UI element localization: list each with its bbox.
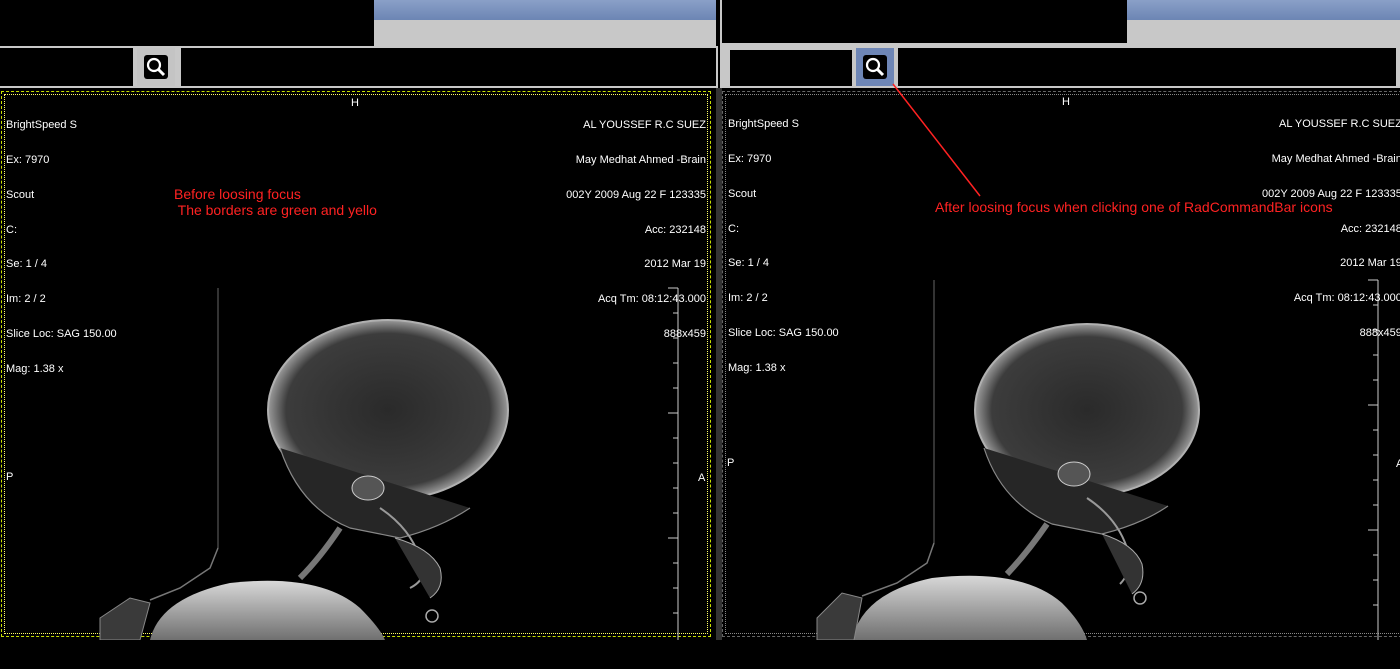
overlay-line: 888x459 (1359, 326, 1400, 339)
overlay-line: Se: 1 / 4 (728, 257, 769, 270)
overlay-line: Acc: 232148 (1340, 222, 1400, 235)
right-toolbar-strip-b (898, 48, 1396, 86)
left-orientation-left: P (6, 471, 14, 483)
right-orientation-right: A (1396, 458, 1400, 470)
overlay-line: BrightSpeed S (6, 119, 77, 132)
overlay-line: BrightSpeed S (728, 118, 799, 131)
left-black-block (0, 0, 374, 46)
overlay-line: Ex: 7970 (728, 152, 772, 165)
overlay-line: 2012 Mar 19 (644, 258, 706, 271)
overlay-line: 002Y 2009 Aug 22 F 123335 (566, 188, 706, 201)
overlay-line: Slice Loc: SAG 150.00 (6, 327, 117, 340)
overlay-line: C: (6, 223, 17, 236)
overlay-line: May Medhat Ahmed -Brain (575, 153, 706, 166)
right-overlay-top-left: BrightSpeed S Ex: 7970 Scout C: Se: 1 / … (728, 96, 839, 397)
overlay-line: C: (728, 222, 739, 235)
overlay-line: Se: 1 / 4 (6, 258, 47, 271)
left-title-bar-grey (374, 20, 716, 46)
overlay-line: 2012 Mar 19 (1340, 257, 1400, 270)
overlay-line: Mag: 1.38 x (728, 361, 786, 374)
left-orientation-top: H (351, 97, 359, 109)
right-viewer[interactable]: BrightSpeed S Ex: 7970 Scout C: Se: 1 / … (722, 88, 1400, 640)
zoom-icon (144, 55, 168, 79)
overlay-line: Acq Tm: 08:12:43.000 (1293, 292, 1400, 305)
right-annotation-note: After loosing focus when clicking one of… (935, 199, 1333, 215)
left-title-bar (374, 0, 716, 20)
left-toolbar-strip (181, 48, 716, 86)
overlay-line: Im: 2 / 2 (6, 293, 46, 306)
right-orientation-top: H (1062, 96, 1070, 108)
zoom-icon (863, 55, 887, 79)
right-zoom-button[interactable] (856, 48, 894, 86)
bottom-strip (0, 640, 1400, 669)
left-viewer[interactable]: BrightSpeed S Ex: 7970 Scout C: Se: 1 / … (0, 88, 716, 640)
right-overlay-top-right: AL YOUSSEF R.C SUEZ May Medhat Ahmed -Br… (1262, 96, 1400, 363)
overlay-line: Scout (728, 187, 757, 200)
left-overlay-top-right: AL YOUSSEF R.C SUEZ May Medhat Ahmed -Br… (566, 97, 706, 364)
overlay-line: 888x459 (663, 327, 706, 340)
overlay-line: Slice Loc: SAG 150.00 (728, 326, 839, 339)
overlay-line: Im: 2 / 2 (728, 292, 768, 305)
overlay-line: Acq Tm: 08:12:43.000 (597, 293, 706, 306)
overlay-line: AL YOUSSEF R.C SUEZ (1279, 118, 1400, 131)
left-orientation-right: A (698, 472, 706, 484)
right-orientation-left: P (727, 457, 735, 469)
left-annotation-note: Before loosing focus The borders are gre… (174, 186, 377, 218)
overlay-line: Acc: 232148 (644, 223, 706, 236)
left-toolbar-pad (0, 48, 133, 86)
overlay-line: Mag: 1.38 x (6, 362, 64, 375)
right-black-block (722, 0, 1127, 43)
right-toolbar-strip-a (730, 50, 852, 86)
left-overlay-top-left: BrightSpeed S Ex: 7970 Scout C: Se: 1 / … (6, 97, 117, 398)
right-title-bar (1127, 0, 1400, 20)
overlay-line: AL YOUSSEF R.C SUEZ (583, 119, 706, 132)
overlay-line: May Medhat Ahmed -Brain (1271, 152, 1400, 165)
overlay-line: Scout (6, 188, 35, 201)
overlay-line: Ex: 7970 (6, 153, 50, 166)
left-zoom-button[interactable] (137, 48, 175, 86)
